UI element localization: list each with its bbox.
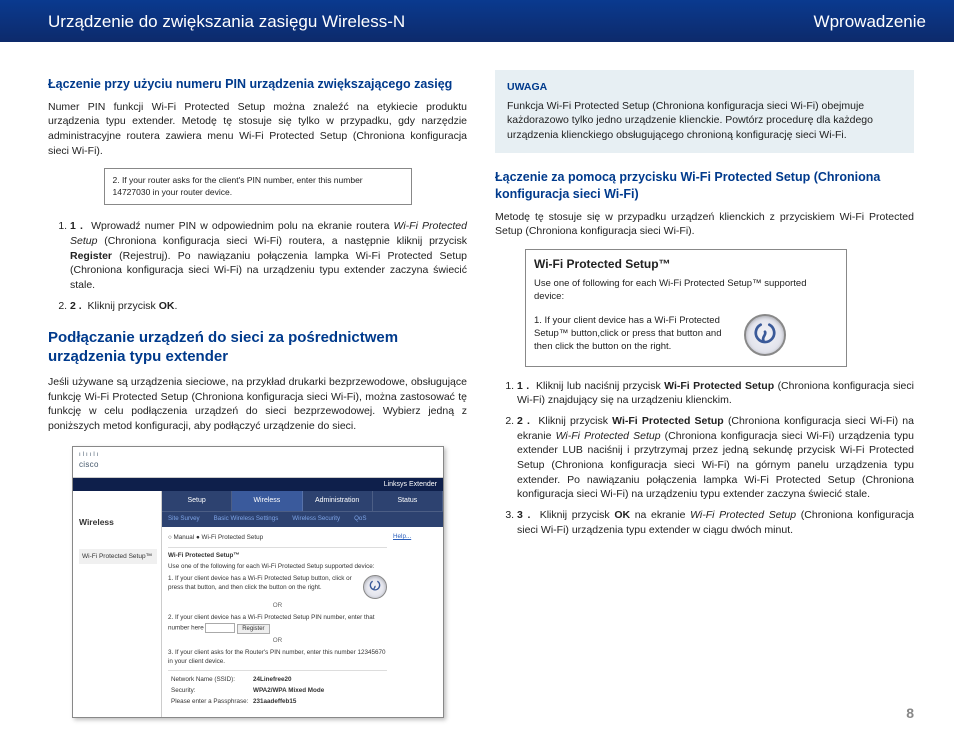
right-heading-1: Łączenie za pomocą przycisku Wi-Fi Prote… <box>495 169 914 204</box>
right-steps: 1 . Kliknij lub naciśnij przycisk Wi-Fi … <box>503 379 914 538</box>
brand: cisco <box>79 460 99 469</box>
page-number: 8 <box>906 704 914 724</box>
note-body: Funkcja Wi-Fi Protected Setup (Chroniona… <box>507 99 902 143</box>
left-para-1: Numer PIN funkcji Wi-Fi Protected Setup … <box>48 100 467 159</box>
left-para-2: Jeśli używane są urządzenia sieciowe, na… <box>48 375 467 434</box>
bold: Wi-Fi Protected Setup <box>612 415 724 427</box>
pass-label: Please enter a Passphrase: <box>168 697 252 708</box>
method-2: 2. If your client device has a Wi-Fi Pro… <box>168 614 387 634</box>
right-step-1: 1 . Kliknij lub naciśnij przycisk Wi-Fi … <box>517 379 914 408</box>
left-heading-2: Podłączanie urządzeń do sieci za pośredn… <box>48 329 467 367</box>
or2: OR <box>168 637 387 646</box>
left-step-2: 2 . Kliknij przycisk OK. <box>70 299 467 314</box>
subtab: Basic Wireless Settings <box>214 515 279 524</box>
tab: Administration <box>303 491 373 511</box>
tab: Setup <box>162 491 232 511</box>
router-product: Linksys Extender <box>73 478 443 492</box>
text: Kliknij przycisk <box>538 415 612 427</box>
tab: Wireless <box>232 491 302 511</box>
left-steps: 1 . Wprowadź numer PIN w odpowiednim pol… <box>56 219 467 313</box>
right-para-1: Metodę tę stosuje się w przypadku urządz… <box>495 210 914 239</box>
wps-button-icon <box>363 575 387 599</box>
column-left: Łączenie przy użyciu numeru PIN urządzen… <box>48 66 467 718</box>
text: 2. If your client device has a Wi-Fi Pro… <box>168 614 375 631</box>
page-header: Urządzenie do zwiększania zasięgu Wirele… <box>0 0 954 42</box>
text: Kliknij lub naciśnij przycisk <box>536 380 664 392</box>
subtab: Wireless Security <box>292 515 340 524</box>
em: Wi-Fi Protected Setup <box>556 430 661 442</box>
ssid-value: 24Linefree20 <box>252 675 325 686</box>
note-box: UWAGA Funkcja Wi-Fi Protected Setup (Chr… <box>495 70 914 153</box>
note-title: UWAGA <box>507 80 902 95</box>
register-button: Register <box>237 624 269 634</box>
router-sidebar: Wireless Wi-Fi Protected Setup™ <box>73 491 162 716</box>
bold: OK <box>614 509 630 521</box>
text: Kliknij przycisk <box>88 300 159 312</box>
sec-title: Wi-Fi Protected Setup™ <box>168 552 387 561</box>
subtab: Site Survey <box>168 515 200 524</box>
pin-figure: 2. If your router asks for the client's … <box>104 168 412 205</box>
text: Wprowadź numer PIN w odpowiednim polu na… <box>91 220 393 232</box>
text: (Rejestruj). Po nawiązaniu połączenia la… <box>70 250 467 291</box>
router-brand-bar: ılıılı cisco <box>73 447 443 478</box>
wps-figure: Wi-Fi Protected Setup™ Use one of follow… <box>525 249 847 366</box>
sec-label: Security: <box>168 686 252 697</box>
tab: Status <box>373 491 443 511</box>
help-link: Help... <box>393 533 411 540</box>
router-tabs: Setup Wireless Administration Status <box>162 491 443 511</box>
text: . <box>174 300 177 312</box>
text: (Chroniona konfiguracja sieci Wi-Fi) rou… <box>97 235 467 247</box>
ssid-label: Network Name (SSID): <box>168 675 252 686</box>
bold: OK <box>159 300 175 312</box>
wps-figure-title: Wi-Fi Protected Setup™ <box>526 250 846 277</box>
em: Wi-Fi Protected Setup <box>690 509 796 521</box>
wps-figure-sub: Use one of following for each Wi-Fi Prot… <box>526 277 846 312</box>
text: Kliknij przycisk <box>540 509 615 521</box>
sec-sub: Use one of the following for each Wi-Fi … <box>168 563 387 572</box>
wps-button-icon <box>744 314 786 356</box>
wps-figure-body: 1. If your client device has a Wi-Fi Pro… <box>534 314 734 354</box>
or1: OR <box>168 602 387 611</box>
header-left: Urządzenie do zwiększania zasięgu Wirele… <box>48 10 405 34</box>
bold: Wi-Fi Protected Setup <box>664 380 774 392</box>
router-figure: ılıılı cisco Linksys Extender Wireless W… <box>72 446 444 718</box>
column-right: UWAGA Funkcja Wi-Fi Protected Setup (Chr… <box>495 66 914 718</box>
router-subtabs: Site Survey Basic Wireless Settings Wire… <box>162 511 443 527</box>
pass-value: 231aadeffeb15 <box>252 697 325 708</box>
radio-row: ○ Manual ● Wi-Fi Protected Setup <box>168 534 387 543</box>
right-step-3: 3 . Kliknij przycisk OK na ekranie Wi-Fi… <box>517 508 914 537</box>
right-step-2: 2 . Kliknij przycisk Wi-Fi Protected Set… <box>517 414 914 502</box>
sidebar-item: Wi-Fi Protected Setup™ <box>79 549 157 564</box>
sidebar-title: Wireless <box>79 517 157 529</box>
header-right: Wprowadzenie <box>814 10 926 34</box>
left-step-1: 1 . Wprowadź numer PIN w odpowiednim pol… <box>70 219 467 292</box>
text: na ekranie <box>630 509 690 521</box>
sec-value: WPA2/WPA Mixed Mode <box>252 686 325 697</box>
method-3: 3. If your client asks for the Router's … <box>168 649 387 667</box>
subtab: QoS <box>354 515 366 524</box>
bold: Register <box>70 250 112 262</box>
left-heading-1: Łączenie przy użyciu numeru PIN urządzen… <box>48 76 467 94</box>
method-1: 1. If your client device has a Wi-Fi Pro… <box>168 575 357 593</box>
